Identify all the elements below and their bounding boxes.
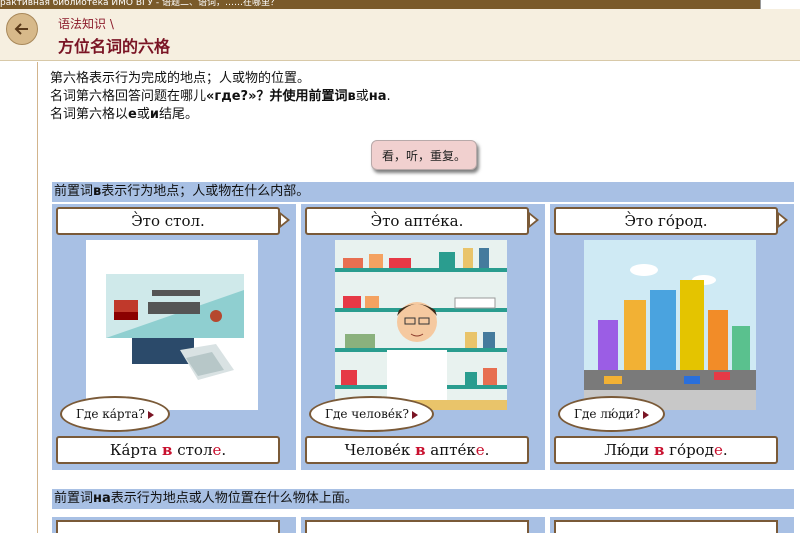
play-icon[interactable]	[147, 410, 154, 419]
play-arrow-icon[interactable]	[280, 212, 290, 228]
window-title: рактивная библиотека ИМО ВГУ - 语题二、语词，………	[0, 0, 279, 8]
card-label[interactable]: Э̀то апте́ка.	[305, 207, 529, 235]
play-arrow-icon[interactable]	[778, 212, 788, 228]
intro-line-3: 名词第六格以е或и结尾。	[50, 107, 198, 122]
play-icon[interactable]	[643, 410, 650, 419]
intro-line-2: 名词第六格回答问题在哪儿«где?»？并使用前置词в或на.	[50, 89, 391, 104]
section-bar-na: 前置词на表示行为地点或人物位置在什么物体上面。	[52, 489, 794, 509]
question-bubble[interactable]: Где лю́ди?	[558, 396, 666, 432]
intro-text: 第六格表示行为完成的地点；人或物的位置。 名词第六格回答问题在哪儿«где?»？…	[50, 70, 391, 124]
card-stub	[550, 517, 794, 533]
page-header: 语法知识 \ 方位名词的六格	[0, 9, 800, 61]
card-label[interactable]: Э̀то го́род.	[554, 207, 778, 235]
play-arrow-icon[interactable]	[529, 212, 539, 228]
intro-line-1: 第六格表示行为完成的地点；人或物的位置。	[50, 71, 311, 86]
card-label[interactable]: Э̀то стол.	[56, 207, 280, 235]
play-icon[interactable]	[411, 410, 418, 419]
listen-repeat-button[interactable]: 看，听，重复。	[371, 140, 477, 170]
question-bubble[interactable]: Где челове́к?	[309, 396, 434, 432]
arrow-left-icon	[14, 23, 28, 35]
card-answer[interactable]: Челове́к в апте́ке.	[305, 436, 529, 464]
example-card-table: Э̀то стол. Где ка́рта? Ка́рта в столе.	[52, 204, 296, 470]
breadcrumb[interactable]: 语法知识 \	[58, 15, 114, 32]
section-bar-v: 前置词в表示行为地点；人或物在什么内部。	[52, 182, 794, 202]
example-card-pharmacy: Э̀то апте́ка. Где челове́к? Челове́к в а…	[301, 204, 545, 470]
card-stub	[52, 517, 296, 533]
question-bubble[interactable]: Где ка́рта?	[60, 396, 170, 432]
city-illustration	[584, 240, 756, 410]
example-card-city: Э̀то го́род. Где лю́ди? Лю́ди в го́роде.	[550, 204, 794, 470]
table-map-illustration	[86, 240, 258, 410]
back-button[interactable]	[6, 13, 38, 45]
pharmacy-illustration	[335, 240, 507, 410]
window-titlebar: рактивная библиотека ИМО ВГУ - 语题二、语词，………	[0, 0, 800, 9]
card-answer[interactable]: Лю́ди в го́роде.	[554, 436, 778, 464]
card-answer[interactable]: Ка́рта в столе.	[56, 436, 280, 464]
lesson-content: 第六格表示行为完成的地点；人或物的位置。 名词第六格回答问题在哪儿«где?»？…	[37, 62, 800, 533]
card-stub	[301, 517, 545, 533]
window-controls[interactable]	[760, 0, 800, 9]
page-title: 方位名词的六格	[58, 37, 171, 56]
